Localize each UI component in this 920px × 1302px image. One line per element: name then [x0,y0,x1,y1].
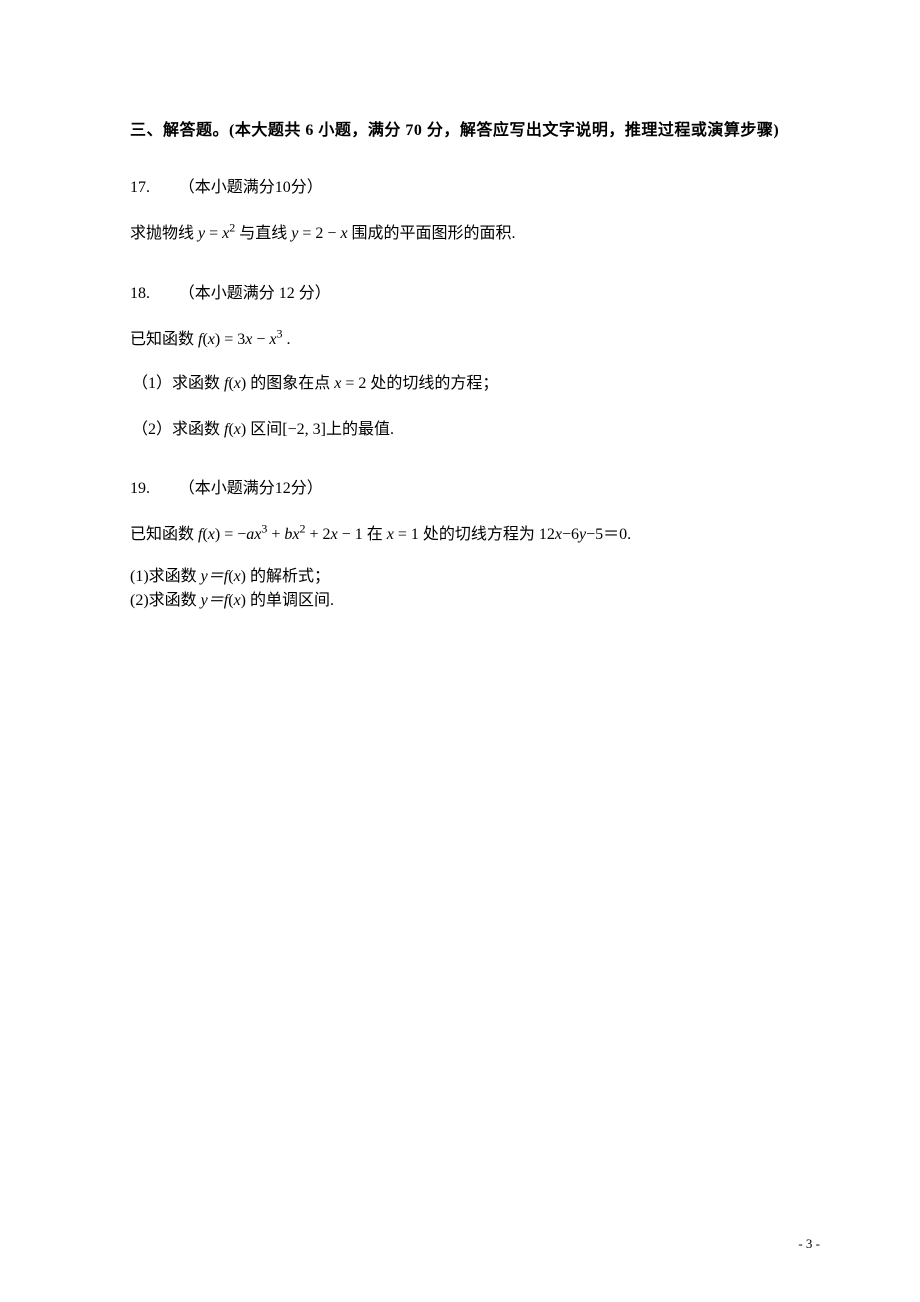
q18-eq: = 3 [224,331,245,348]
q19-parts: (1)求函数 y＝f(x) 的解析式； (2)求函数 y＝f(x) 的单调区间. [130,565,790,613]
q18-p2c: 上的最值. [326,421,394,438]
q19-p1pr: ) [241,568,246,585]
q18-points: （本小题满分 12 分） [179,285,331,302]
q19-p1a: (1)求函数 [130,568,201,585]
q19-x1e: 3 [261,522,267,536]
q17-eq2-lhs: y [291,225,298,242]
q18-t1: 已知函数 [130,331,198,348]
q18-v2b: x [269,331,276,348]
q19-plus1: + [271,526,284,543]
q19-xeqv: = 1 [394,526,419,543]
q17-eq1-rhs: x2 [222,225,235,242]
q19-p2b: 的单调区间. [250,592,334,609]
q19-t1: 已知函数 [130,526,198,543]
q17-t1: 求抛物线 [130,225,198,242]
question-18: 18. （本小题满分 12 分） 已知函数 f(x) = 3x − x3 . （… [130,278,790,446]
q18-number: 18. [130,278,165,310]
q18-p1a: （1）求函数 [132,375,224,392]
q18-minus: − [256,331,269,348]
q17-t2: 与直线 [239,225,291,242]
q18-arg: x [208,331,215,348]
q17-eq1-lhs: y [198,225,205,242]
q19-p1arg: x [234,568,241,585]
q19-tb: −6 [562,526,579,543]
q17-body: 求抛物线 y = x2 与直线 y = 2 − x 围成的平面图形的面积. [130,218,790,250]
q19-p1b: 的解析式； [250,568,330,585]
q19-x2b: x [292,526,299,543]
q18-p1b: 的图象在点 [250,375,334,392]
q19-p2arg: x [234,592,241,609]
q17-eq1-eq: = [209,225,222,242]
q19-x2: x2 [292,526,305,543]
q19-tc: −5＝0. [586,526,631,543]
q19-p1y: y＝ [201,568,224,585]
q18-v1: x [245,331,252,348]
question-19: 19. （本小题满分12分） 已知函数 f(x) = −ax3 + bx2 + … [130,473,790,613]
page-content: 三、解答题。(本大题共 6 小题，满分 70 分，解答应写出文字说明，推理过程或… [0,0,920,701]
q19-eq: = − [224,526,246,543]
q18-pr: ) [215,331,220,348]
q19-points: （本小题满分12分） [179,480,323,497]
q19-p2a: (2)求函数 [130,592,201,609]
question-17: 17. （本小题满分10分） 求抛物线 y = x2 与直线 y = 2 − x… [130,172,790,250]
q19-number: 19. [130,473,165,505]
q18-header: 18. （本小题满分 12 分） [130,278,790,310]
q17-points: （本小题满分10分） [179,179,323,196]
q19-x3: x [331,526,338,543]
q17-header: 17. （本小题满分10分） [130,172,790,204]
q19-plus2: + 2 [310,526,331,543]
q19-tx: x [555,526,562,543]
q17-eq1-exp: 2 [229,220,235,234]
q19-p2pr: ) [241,592,246,609]
q19-ta: 12 [539,526,555,543]
q18-p2pr: ) [241,421,246,438]
q17-number: 17. [130,172,165,204]
q17-eq2-rhs: x [340,225,347,242]
q19-x2e: 2 [300,522,306,536]
q18-v2: x3 [269,331,282,348]
q19-pr: ) [215,526,220,543]
section-heading: 三、解答题。(本大题共 6 小题，满分 70 分，解答应写出文字说明，推理过程或… [130,118,790,144]
q19-arg: x [208,526,215,543]
q18-p2arg: x [234,421,241,438]
q18-p1pr: ) [241,375,246,392]
q17-eq2-eq: = 2 − [302,225,340,242]
q18-part1: （1）求函数 f(x) 的图象在点 x = 2 处的切线的方程； [130,370,790,399]
q19-m1: − 1 [342,526,363,543]
q19-xeq: x [387,526,394,543]
q19-in: 在 [367,526,387,543]
q18-p2b: 区间 [250,421,282,438]
q19-def: 已知函数 f(x) = −ax3 + bx2 + 2x − 1 在 x = 1 … [130,519,790,551]
q18-p1eqv: = 2 [341,375,366,392]
q18-p2a: （2）求函数 [132,421,224,438]
q19-header: 19. （本小题满分12分） [130,473,790,505]
q17-t3: 围成的平面图形的面积. [352,225,516,242]
q19-x1: x3 [254,526,267,543]
q18-p1d: 处的切线的方程； [370,375,498,392]
page-number: - 3 - [798,1236,820,1252]
q19-part1: (1)求函数 y＝f(x) 的解析式； [130,565,790,589]
q19-part2: (2)求函数 y＝f(x) 的单调区间. [130,589,790,613]
q19-at: 处的切线方程为 [423,526,539,543]
q18-end: . [287,331,291,348]
q18-p1arg: x [234,375,241,392]
q19-p2y: y＝ [201,592,224,609]
q18-v2e: 3 [277,326,283,340]
q18-part2: （2）求函数 f(x) 区间[−2, 3]上的最值. [130,416,790,445]
q18-interval: [−2, 3] [282,421,326,438]
q18-def: 已知函数 f(x) = 3x − x3 . [130,324,790,356]
